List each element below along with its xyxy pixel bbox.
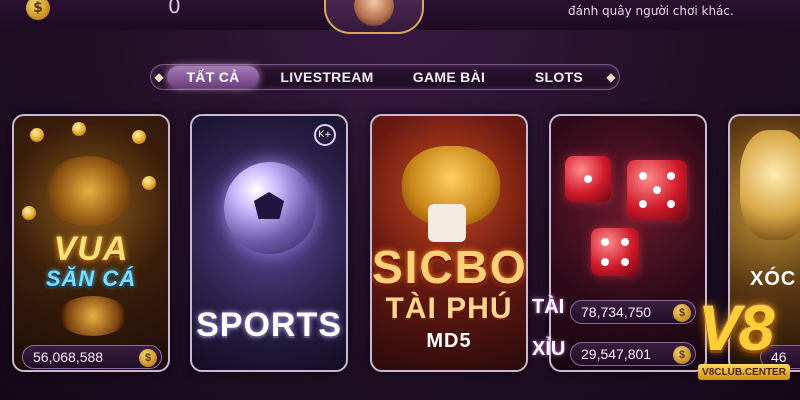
- tabbar-right-ornament-icon: ◆: [606, 70, 616, 84]
- toad-artwork: [58, 296, 128, 336]
- coin-icon: [22, 206, 36, 220]
- dollar-coin-icon: $: [673, 346, 691, 364]
- tab-livestream[interactable]: LIVESTREAM: [269, 66, 385, 88]
- red-dice-icon: [565, 156, 611, 202]
- logo-mark: V8: [698, 292, 774, 364]
- xiu-pill: 29,547,801 $: [570, 342, 696, 366]
- game-title: SPORTS: [196, 306, 342, 344]
- top-bar: $ 0 đánh quây người chơi khác.: [0, 0, 800, 34]
- jackpot-value: 56,068,588: [33, 349, 104, 365]
- dollar-coin-icon: $: [139, 349, 157, 367]
- avatar[interactable]: [354, 0, 394, 26]
- game-title: SICBO: [372, 241, 528, 293]
- logo-domain: V8CLUB.CENTER: [698, 364, 790, 380]
- tab-all[interactable]: TẤT CẢ: [167, 66, 259, 88]
- dice-icon: [428, 204, 466, 242]
- coin-icon: [30, 128, 44, 142]
- game-title: XÓC: [750, 268, 797, 290]
- category-tabbar: ◆ TẤT CẢ LIVESTREAM GAME BÀI SLOTS ◆: [150, 64, 620, 90]
- red-dice-icon: [591, 228, 639, 276]
- game-card-sicbo[interactable]: SICBO TÀI PHÚ MD5: [370, 114, 528, 372]
- dragon-artwork: [44, 156, 134, 226]
- coin-icon: [132, 130, 146, 144]
- game-title: VUA: [53, 230, 129, 268]
- red-dice-icon: [627, 160, 687, 220]
- game-edition: MD5: [426, 330, 472, 352]
- xiu-label: XỈU: [532, 338, 566, 360]
- game-card-dice[interactable]: [549, 114, 707, 372]
- dragon-artwork: [740, 130, 800, 240]
- avatar-frame[interactable]: [324, 0, 424, 34]
- tai-value: 78,734,750: [581, 304, 652, 320]
- dollar-coin-icon: $: [673, 304, 691, 322]
- v8club-logo: V8 V8CLUB.CENTER: [690, 296, 800, 388]
- coin-icon: [142, 176, 156, 190]
- xiu-value: 29,547,801: [581, 346, 652, 362]
- game-card-sports[interactable]: K+ SPORTS: [190, 114, 348, 372]
- kplus-badge: K+: [314, 124, 336, 146]
- tai-pill: 78,734,750 $: [570, 300, 696, 324]
- tab-slots[interactable]: SLOTS: [519, 66, 599, 88]
- game-card-vua-san-ca[interactable]: VUA SĂN CÁ: [12, 114, 170, 372]
- tab-card-games[interactable]: GAME BÀI: [397, 66, 501, 88]
- notice-text: đánh quây người chơi khác.: [568, 4, 734, 18]
- balance-value: 0: [168, 0, 181, 18]
- game-subtitle: TÀI PHÚ: [385, 292, 513, 325]
- dollar-coin-icon: $: [26, 0, 50, 20]
- tabbar-left-ornament-icon: ◆: [154, 70, 164, 84]
- jackpot-pill: 56,068,588 $: [22, 345, 162, 369]
- tai-label: TÀI: [532, 296, 565, 318]
- game-subtitle: SĂN CÁ: [45, 266, 137, 291]
- coin-icon: [72, 122, 86, 136]
